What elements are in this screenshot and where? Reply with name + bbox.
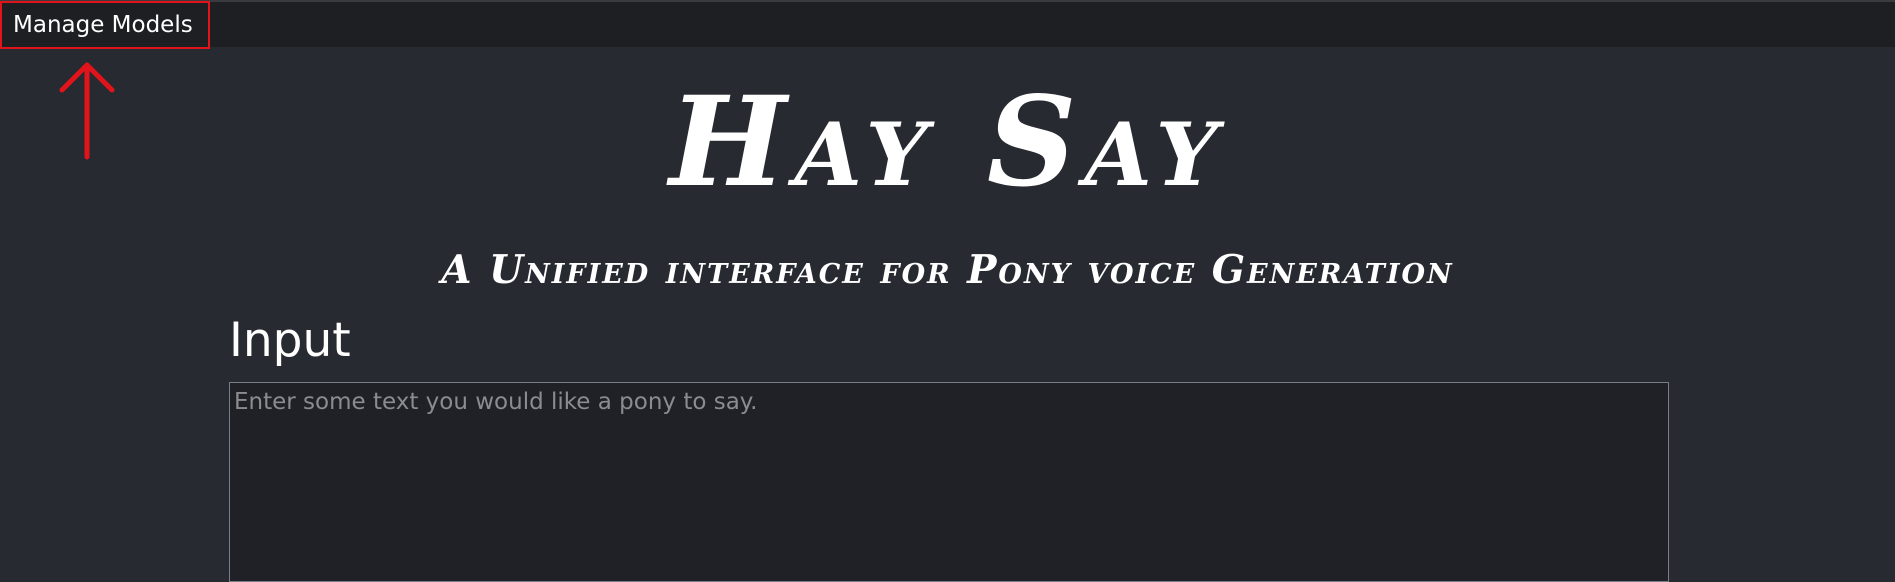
text-input-field[interactable]: [229, 382, 1669, 582]
input-section-heading: Input: [229, 313, 351, 368]
top-menu-bar: [0, 0, 1895, 47]
app-title: Hay Say: [669, 70, 1226, 215]
app-subtitle: A Unified interface for Pony voice Gener…: [441, 247, 1454, 293]
manage-models-button[interactable]: Manage Models: [0, 1, 210, 49]
